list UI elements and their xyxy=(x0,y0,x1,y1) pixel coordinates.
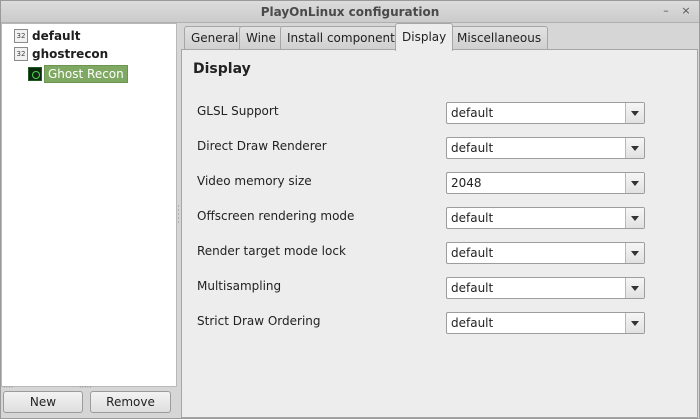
strict-draw-ordering-label: Strict Draw Ordering xyxy=(197,314,321,328)
chevron-down-icon[interactable] xyxy=(625,243,644,263)
select-value: default xyxy=(451,211,494,225)
new-button[interactable]: New xyxy=(3,391,83,413)
strict-draw-ordering-select[interactable]: default xyxy=(446,312,645,334)
chevron-down-icon[interactable] xyxy=(625,278,644,298)
window-title: PlayOnLinux configuration xyxy=(260,5,440,19)
ghost-recon-game-icon xyxy=(28,66,42,81)
tab-wine[interactable]: Wine xyxy=(239,26,283,50)
multisampling-label: Multisampling xyxy=(197,279,282,293)
tab-install-components[interactable]: Install components xyxy=(280,26,409,50)
minimize-icon[interactable]: – xyxy=(659,4,673,18)
chevron-down-icon[interactable] xyxy=(625,138,644,158)
prefix-tree[interactable]: 32 default 32 ghostrecon Ghost Recon xyxy=(1,23,177,387)
select-value: 2048 xyxy=(451,176,482,190)
select-value: default xyxy=(451,281,494,295)
tree-item-ghost-recon[interactable]: Ghost Recon xyxy=(28,64,128,83)
tree-item-ghostrecon[interactable]: 32 ghostrecon xyxy=(14,45,108,63)
32-bit-prefix-icon: 32 xyxy=(14,29,28,43)
chevron-down-icon[interactable] xyxy=(625,173,644,193)
tab-bar: General Wine Install components Display … xyxy=(181,23,699,51)
direct-draw-renderer-select[interactable]: default xyxy=(446,137,645,159)
32-bit-prefix-icon: 32 xyxy=(14,47,28,61)
video-memory-size-label: Video memory size xyxy=(197,174,312,188)
tree-item-label: default xyxy=(32,29,81,43)
select-value: default xyxy=(451,316,494,330)
tree-item-label: ghostrecon xyxy=(32,47,109,61)
video-memory-size-select[interactable]: 2048 xyxy=(446,172,645,194)
chevron-down-icon[interactable] xyxy=(625,313,644,333)
panel-heading: Display xyxy=(193,61,251,77)
chevron-down-icon[interactable] xyxy=(625,208,644,228)
select-value: default xyxy=(451,141,494,155)
tab-general[interactable]: General xyxy=(184,26,246,50)
chevron-down-icon[interactable] xyxy=(625,103,644,123)
resize-grip[interactable]: ····· xyxy=(79,384,92,392)
configuration-window: PlayOnLinux configuration – × 32 default… xyxy=(0,0,700,419)
display-settings-panel: Display GLSL Support default Direct Draw… xyxy=(181,49,698,418)
pane-splitter-handle[interactable]: · · · · · xyxy=(177,203,180,229)
tab-miscellaneous[interactable]: Miscellaneous xyxy=(450,26,549,50)
resize-grip[interactable]: ···· xyxy=(3,384,13,392)
offscreen-rendering-mode-label: Offscreen rendering mode xyxy=(197,209,355,223)
glsl-support-select[interactable]: default xyxy=(446,102,645,124)
remove-button[interactable]: Remove xyxy=(90,391,171,413)
title-bar[interactable]: PlayOnLinux configuration – × xyxy=(1,1,699,23)
offscreen-rendering-mode-select[interactable]: default xyxy=(446,207,645,229)
tree-item-default[interactable]: 32 default xyxy=(14,27,80,45)
multisampling-select[interactable]: default xyxy=(446,277,645,299)
select-value: default xyxy=(451,246,494,260)
direct-draw-renderer-label: Direct Draw Renderer xyxy=(197,139,327,153)
select-value: default xyxy=(451,106,494,120)
tree-item-selected-label: Ghost Recon xyxy=(44,64,128,83)
tab-display[interactable]: Display xyxy=(395,23,454,51)
render-target-mode-lock-select[interactable]: default xyxy=(446,242,645,264)
glsl-support-label: GLSL Support xyxy=(197,104,279,118)
render-target-mode-lock-label: Render target mode lock xyxy=(197,244,346,258)
close-icon[interactable]: × xyxy=(679,4,693,18)
